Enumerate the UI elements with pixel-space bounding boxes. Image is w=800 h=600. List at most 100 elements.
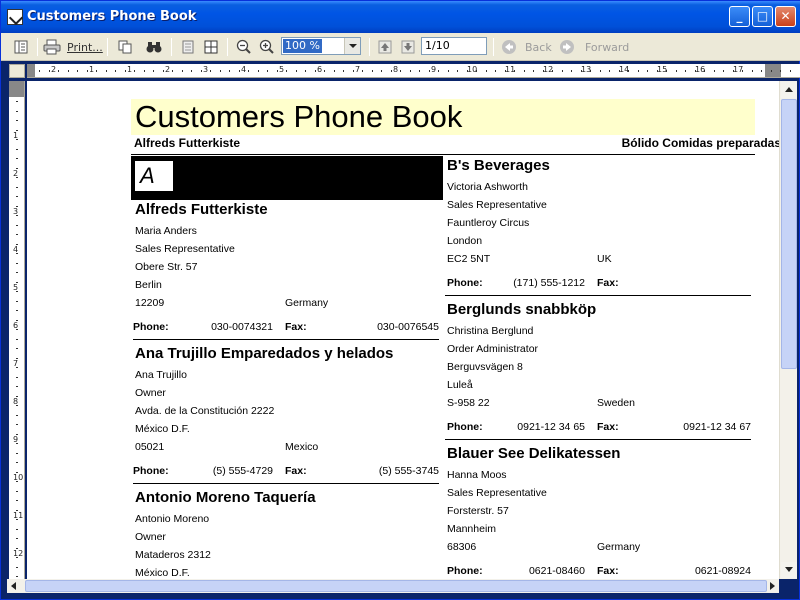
scroll-left-icon[interactable]	[7, 579, 21, 593]
back-arrow-icon	[502, 40, 516, 54]
ruler-tick	[229, 70, 230, 72]
ruler-tick	[324, 70, 325, 72]
customer-card: B's Beverages Victoria Ashworth Sales Re…	[445, 157, 751, 297]
multi-page-button[interactable]	[201, 37, 221, 57]
zoom-out-button[interactable]	[234, 37, 254, 57]
ruler-number: 6	[317, 65, 323, 74]
scroll-up-icon[interactable]	[781, 82, 797, 98]
scroll-down-icon[interactable]	[781, 562, 797, 578]
vertical-scrollbar[interactable]	[779, 81, 797, 579]
address: Forsterstr. 57	[447, 505, 509, 517]
next-page-button[interactable]	[398, 37, 418, 57]
ruler-number: 7	[13, 359, 19, 368]
ruler-number: 1	[13, 131, 19, 140]
ruler-tick	[210, 70, 211, 72]
customer-card: Antonio Moreno Taquería Antonio Moreno O…	[135, 489, 439, 579]
fax-label: Fax:	[597, 277, 619, 289]
outline-toggle-button[interactable]	[11, 37, 31, 57]
fax-label: Fax:	[285, 321, 307, 333]
ruler-tick	[134, 70, 135, 72]
ruler-tick	[780, 70, 781, 72]
horizontal-scrollbar[interactable]	[7, 579, 779, 593]
phone-value: 0621-08460	[528, 565, 585, 577]
ruler-tick	[16, 424, 18, 425]
ruler-tick	[761, 70, 762, 72]
ruler-number: 7	[355, 65, 361, 74]
horizontal-scroll-thumb[interactable]	[25, 580, 767, 592]
ruler-tick	[400, 70, 401, 72]
ruler-tick	[16, 538, 18, 539]
minimize-button[interactable]: _	[729, 6, 750, 27]
phone-value: (5) 555-4729	[212, 465, 273, 477]
ruler-tick	[16, 196, 18, 197]
customer-name: Antonio Moreno Taquería	[135, 489, 316, 506]
fax-label: Fax:	[285, 465, 307, 477]
ruler-number: 13	[581, 65, 592, 74]
ruler-tick	[16, 310, 18, 311]
ruler-number: 5	[279, 65, 285, 74]
page-number-input[interactable]: 1/10	[421, 37, 487, 55]
title-bar[interactable]: Customers Phone Book _ □ ✕	[1, 1, 800, 33]
phone-label: Phone:	[133, 465, 169, 477]
phone-label: Phone:	[133, 321, 169, 333]
zoom-select[interactable]: 100 %	[281, 37, 361, 55]
ruler-tick	[68, 70, 69, 72]
previous-page-button[interactable]	[375, 37, 395, 57]
zoom-in-button[interactable]	[257, 37, 277, 57]
ruler-tick	[16, 348, 18, 349]
copy-button[interactable]	[115, 37, 135, 57]
vertical-scroll-thumb[interactable]	[781, 99, 797, 369]
ruler-tick	[334, 70, 335, 72]
ruler-tick	[429, 70, 430, 72]
phone-value: (171) 555-1212	[513, 277, 585, 289]
forward-button[interactable]: Forward	[559, 37, 631, 57]
toolbar-separator	[107, 38, 108, 56]
toolbar-separator	[369, 38, 370, 56]
ruler-number: 9	[13, 435, 19, 444]
maximize-button[interactable]: □	[752, 6, 773, 27]
chevron-down-icon[interactable]	[344, 38, 360, 54]
ruler-number: 11	[13, 511, 24, 520]
ruler-tick	[16, 187, 18, 188]
country: Sweden	[597, 397, 635, 409]
find-button[interactable]	[143, 37, 165, 57]
ruler-tick	[16, 101, 18, 102]
page-header-first-customer: Alfreds Futterkiste	[134, 136, 241, 150]
toolbar-separator	[37, 38, 38, 56]
arrow-up-icon	[378, 40, 392, 54]
vertical-ruler: 1 2 3 4 5 6 7 8 9 10 11 12	[9, 81, 25, 581]
single-page-button[interactable]	[178, 37, 198, 57]
ruler-number: 6	[13, 321, 19, 330]
ruler-tick	[49, 70, 50, 72]
ruler-tick	[16, 111, 18, 112]
print-button[interactable]: Print...	[43, 37, 103, 57]
scroll-right-icon[interactable]	[765, 579, 779, 593]
binoculars-icon	[146, 42, 162, 53]
postal-code: S-958 22	[447, 397, 490, 409]
preview-viewport[interactable]: Customers Phone Book Alfreds Futterkiste…	[27, 81, 779, 579]
ruler-number: 3	[203, 65, 209, 74]
ruler-tick	[191, 70, 192, 72]
ruler-margin-right	[765, 64, 781, 77]
ruler-number: 16	[695, 65, 706, 74]
ruler-number: 11	[505, 65, 516, 74]
ruler-tick	[172, 70, 173, 72]
ruler-tick	[16, 462, 18, 463]
close-button[interactable]: ✕	[775, 6, 796, 27]
city: México D.F.	[135, 567, 190, 579]
back-button[interactable]: Back	[501, 37, 557, 57]
ruler-tick	[16, 339, 18, 340]
customer-card: Ana Trujillo Emparedados y helados Ana T…	[133, 345, 439, 485]
ruler-tick	[305, 70, 306, 72]
ruler-number: 2	[13, 169, 19, 178]
ruler-tick	[286, 70, 287, 72]
app-icon[interactable]	[7, 9, 23, 25]
address: Avda. de la Constitución 2222	[135, 405, 275, 417]
fax-value: (5) 555-3745	[378, 465, 439, 477]
customer-name: Berglunds snabbköp	[447, 301, 597, 318]
ruler-tick	[220, 70, 221, 72]
ruler-tick	[58, 70, 59, 72]
ruler-tick	[16, 301, 18, 302]
ruler-number: 12	[13, 549, 24, 558]
ruler-tick	[16, 149, 18, 150]
